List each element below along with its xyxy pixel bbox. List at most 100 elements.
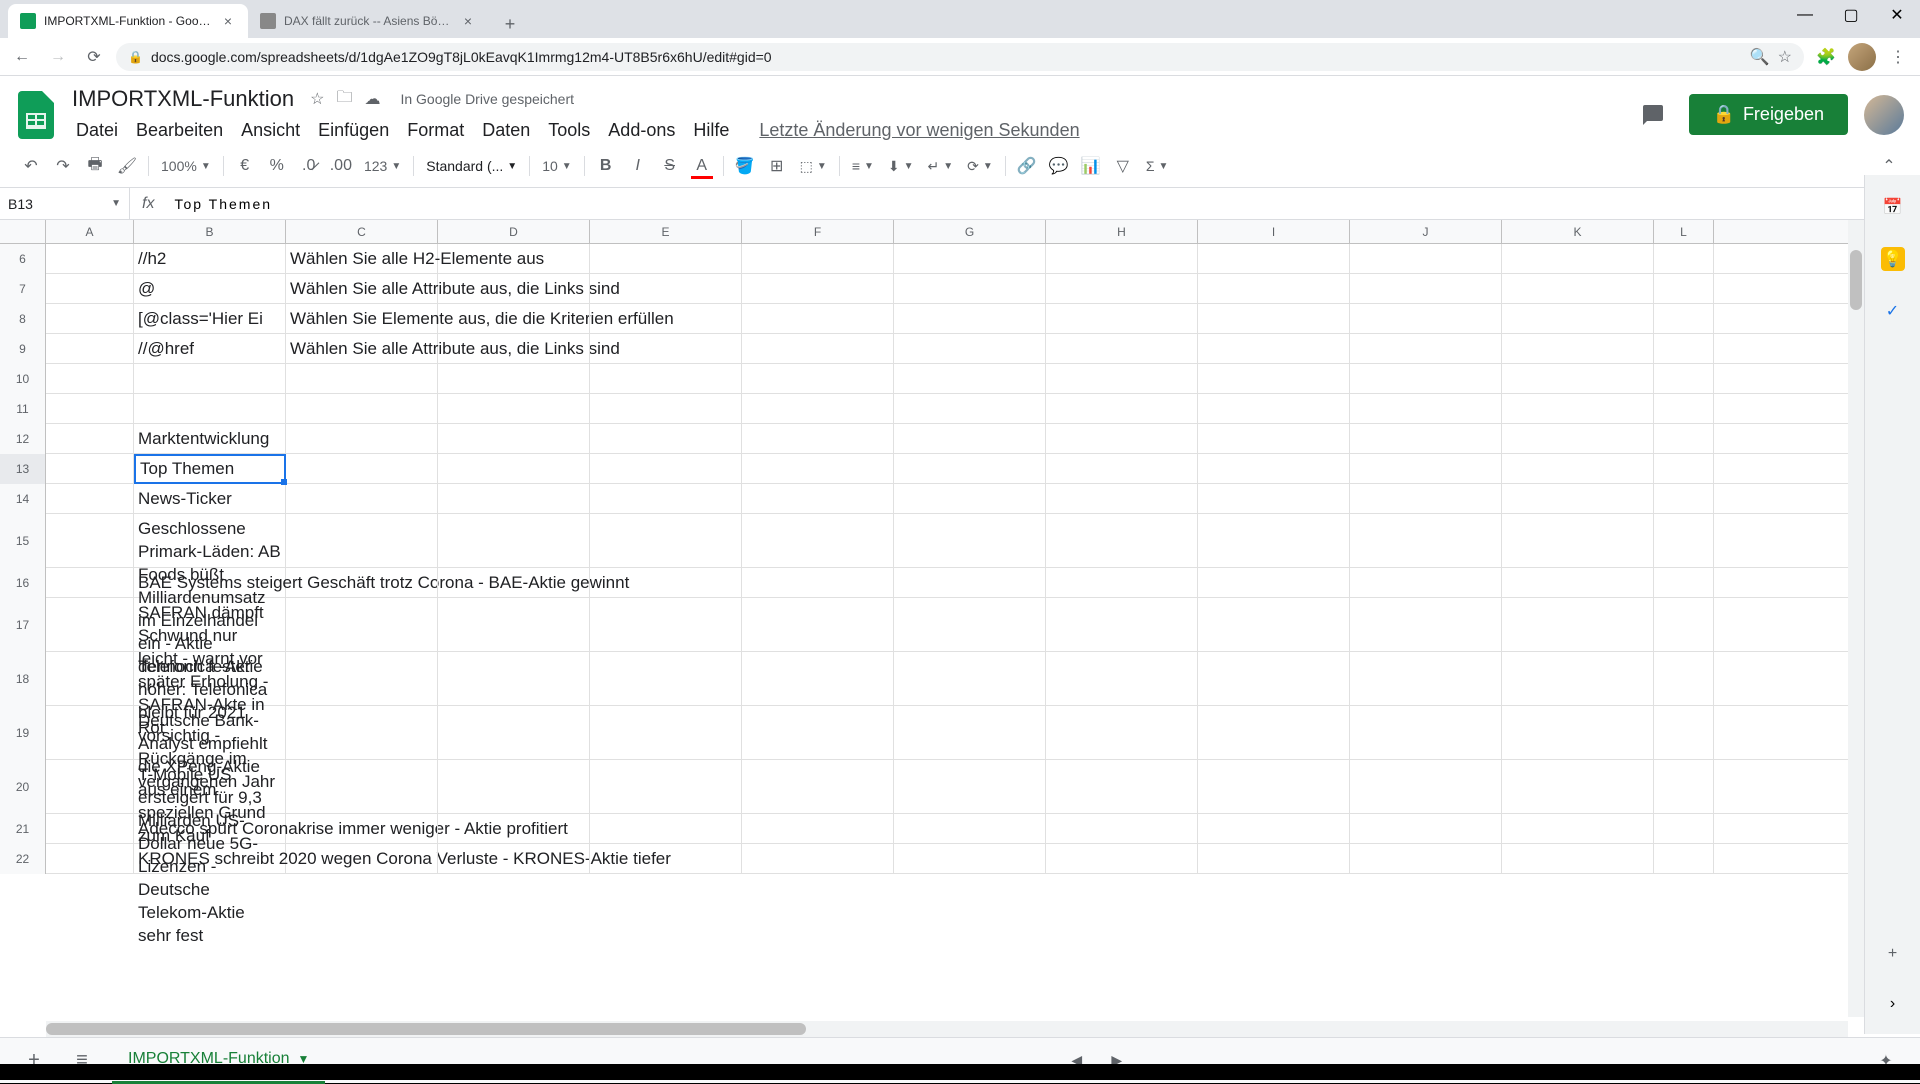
cell[interactable]: [894, 484, 1046, 514]
cell[interactable]: [1350, 814, 1502, 844]
cell[interactable]: [46, 364, 134, 394]
cell[interactable]: [286, 760, 438, 814]
chart-button[interactable]: 📊: [1076, 151, 1106, 181]
cell[interactable]: [46, 598, 134, 652]
cell[interactable]: [1502, 424, 1654, 454]
cell[interactable]: Geschlossene Primark-Läden: AB Foods büß…: [134, 514, 286, 568]
cell[interactable]: [1198, 484, 1350, 514]
back-button[interactable]: ←: [8, 43, 36, 71]
cell[interactable]: [1502, 274, 1654, 304]
cell[interactable]: [1198, 454, 1350, 484]
cell[interactable]: [286, 394, 438, 424]
move-icon[interactable]: 🗀: [336, 86, 352, 113]
cell[interactable]: [894, 598, 1046, 652]
cell[interactable]: [1502, 394, 1654, 424]
share-button[interactable]: 🔒 Freigeben: [1689, 94, 1848, 135]
cell[interactable]: [438, 652, 590, 706]
cell[interactable]: [46, 244, 134, 274]
cell[interactable]: [46, 334, 134, 364]
reload-button[interactable]: ⟳: [80, 43, 108, 71]
row-header[interactable]: 9: [0, 334, 46, 364]
row-header[interactable]: 6: [0, 244, 46, 274]
cell[interactable]: [894, 568, 1046, 598]
grid-body[interactable]: 6//h2Wählen Sie alle H2-Elemente aus7@Wä…: [0, 244, 1920, 1037]
cell[interactable]: [590, 598, 742, 652]
row-header[interactable]: 12: [0, 424, 46, 454]
cell[interactable]: [894, 514, 1046, 568]
cell[interactable]: [1654, 334, 1714, 364]
cell[interactable]: [438, 568, 590, 598]
cell[interactable]: [1502, 760, 1654, 814]
name-box[interactable]: B13 ▼: [0, 188, 130, 219]
close-icon[interactable]: ×: [460, 13, 476, 29]
cell[interactable]: [438, 598, 590, 652]
star-icon[interactable]: ☆: [310, 89, 324, 109]
cell[interactable]: [1046, 514, 1198, 568]
cell[interactable]: [438, 844, 590, 874]
cell[interactable]: [286, 424, 438, 454]
fill-color-button[interactable]: 🪣: [730, 151, 760, 181]
link-button[interactable]: 🔗: [1012, 151, 1042, 181]
cell[interactable]: [1046, 760, 1198, 814]
cell[interactable]: [1350, 652, 1502, 706]
cell[interactable]: [1046, 706, 1198, 760]
cell[interactable]: [46, 424, 134, 454]
font-dropdown[interactable]: Standard (... ▼: [420, 151, 523, 181]
tasks-icon[interactable]: ✓: [1873, 291, 1913, 331]
row-header[interactable]: 19: [0, 706, 46, 760]
cell[interactable]: [590, 706, 742, 760]
cell[interactable]: [1350, 514, 1502, 568]
cell[interactable]: [438, 760, 590, 814]
cell[interactable]: [1350, 244, 1502, 274]
column-header[interactable]: E: [590, 220, 742, 243]
cell[interactable]: [46, 514, 134, 568]
row-header[interactable]: 13: [0, 454, 46, 484]
cell[interactable]: [286, 568, 438, 598]
cell[interactable]: [1502, 244, 1654, 274]
cell[interactable]: [134, 364, 286, 394]
cell[interactable]: [742, 484, 894, 514]
star-icon[interactable]: ☆: [1778, 47, 1792, 67]
cell[interactable]: [742, 598, 894, 652]
cell[interactable]: [1350, 706, 1502, 760]
font-size-dropdown[interactable]: 10 ▼: [536, 151, 577, 181]
cell[interactable]: [46, 706, 134, 760]
cell[interactable]: [438, 304, 590, 334]
cell[interactable]: [1654, 514, 1714, 568]
cell[interactable]: [1198, 652, 1350, 706]
cell[interactable]: [1502, 814, 1654, 844]
cell[interactable]: [590, 394, 742, 424]
cell[interactable]: [1046, 652, 1198, 706]
cell[interactable]: [1654, 814, 1714, 844]
comments-button[interactable]: [1633, 95, 1673, 135]
cell[interactable]: [438, 484, 590, 514]
cell[interactable]: @: [134, 274, 286, 304]
calendar-icon[interactable]: 📅: [1873, 187, 1913, 227]
cell[interactable]: [1198, 244, 1350, 274]
column-header[interactable]: L: [1654, 220, 1714, 243]
cell[interactable]: [894, 706, 1046, 760]
menu-einfuegen[interactable]: Einfügen: [310, 116, 397, 145]
menu-format[interactable]: Format: [399, 116, 472, 145]
formula-input[interactable]: Top Themen: [166, 196, 1920, 212]
halign-button[interactable]: ≡▼: [846, 151, 880, 181]
cell[interactable]: [46, 454, 134, 484]
cell[interactable]: [438, 274, 590, 304]
cell[interactable]: [1350, 334, 1502, 364]
cell[interactable]: [590, 844, 742, 874]
cell[interactable]: [590, 424, 742, 454]
strikethrough-button[interactable]: S: [655, 151, 685, 181]
column-header[interactable]: G: [894, 220, 1046, 243]
cell[interactable]: News-Ticker: [134, 484, 286, 514]
cell[interactable]: [742, 706, 894, 760]
cell[interactable]: [46, 304, 134, 334]
cell[interactable]: [134, 394, 286, 424]
cell[interactable]: [1654, 484, 1714, 514]
cell[interactable]: [742, 244, 894, 274]
cell[interactable]: [1046, 598, 1198, 652]
cell[interactable]: [1502, 304, 1654, 334]
cell[interactable]: SAFRAN dämpft Schwund nur leicht - warnt…: [134, 598, 286, 652]
cell[interactable]: [438, 706, 590, 760]
cell[interactable]: [46, 652, 134, 706]
column-header[interactable]: D: [438, 220, 590, 243]
